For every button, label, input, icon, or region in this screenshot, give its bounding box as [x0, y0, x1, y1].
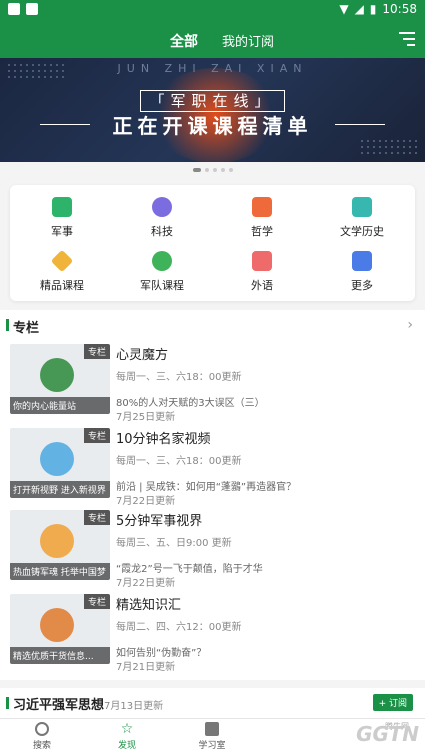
item-title: 心灵魔方 [116, 348, 169, 363]
item-schedule: 每周一、三、六18：00更新 [116, 372, 242, 383]
category-philosophy[interactable]: 哲学 [212, 197, 312, 239]
category-more[interactable]: 更多 [312, 251, 412, 293]
item-latest: 前沿 | 吴成铁：如何用“蓬鶸”再造器官？ [116, 482, 297, 493]
section-title: 专栏 [13, 321, 40, 336]
list-item[interactable]: 专栏 精选优质干货信息... 精选知识汇 每周二、四、六12：00更新 如何告别… [10, 594, 415, 674]
app-icon [26, 3, 38, 15]
list-item[interactable]: 专栏 打开新视野 进入新视界 10分钟名家视频 每周一、三、六18：00更新 前… [10, 428, 415, 508]
item-date: 7月22日更新 [116, 496, 176, 507]
item-date: 7月25日更新 [116, 412, 176, 423]
search-icon [35, 722, 49, 736]
top-bar: 全部 我的订阅 [0, 20, 425, 58]
book-icon [252, 197, 272, 217]
planet-icon [152, 197, 172, 217]
nav-search[interactable]: 搜索 [17, 722, 67, 751]
notification-icon [8, 3, 20, 15]
item-date: 7月21日更新 [116, 662, 176, 673]
item-thumbnail: 专栏 你的内心能量站 [10, 344, 110, 414]
letter-a-icon [252, 251, 272, 271]
tab-all[interactable]: 全部 [170, 31, 198, 51]
folder-icon [352, 251, 372, 271]
tab-my-subscriptions[interactable]: 我的订阅 [222, 31, 274, 50]
star-icon: ☆ [120, 721, 134, 737]
status-time: 10:58 [382, 2, 417, 16]
watermark-logo: GGTN [356, 722, 419, 746]
banner-pager [0, 168, 425, 178]
item-schedule: 每周三、五、日9:00 更新 [116, 538, 232, 549]
nav-discover[interactable]: ☆ 发现 [102, 722, 152, 751]
item-thumbnail: 专栏 精选优质干货信息... [10, 594, 110, 664]
category-foreign-language[interactable]: 外语 [212, 251, 312, 293]
battery-icon: ▮ [369, 2, 377, 16]
star-icon [152, 251, 172, 271]
xi-thought-section[interactable]: 习近平强军思想 7月13日更新 + 订阅 [0, 688, 425, 718]
category-army-courses[interactable]: 军队课程 [112, 251, 212, 293]
item-title: 5分钟军事视界 [116, 514, 203, 529]
section2-title: 习近平强军思想 [13, 698, 105, 713]
book-icon [205, 722, 219, 736]
item-schedule: 每周二、四、六12：00更新 [116, 622, 242, 633]
category-military[interactable]: 军事 [12, 197, 112, 239]
banner-title: 正在开课课程清单 [112, 114, 313, 138]
status-bar: ▼ ◢ ▮ 10:58 [0, 0, 425, 20]
item-thumbnail: 专栏 打开新视野 进入新视界 [10, 428, 110, 498]
promo-banner[interactable]: JUN ZHI ZAI XIAN 「军职在线」 正在开课课程清单 [0, 58, 425, 162]
category-literature-history[interactable]: 文学历史 [312, 197, 412, 239]
category-grid: 军事 科技 哲学 文学历史 精品课程 军队课程 外语 更多 [10, 185, 415, 301]
bookmark-icon [52, 197, 72, 217]
item-thumbnail: 专栏 热血铸军魂 托举中国梦 [10, 510, 110, 580]
category-tech[interactable]: 科技 [112, 197, 212, 239]
item-title: 精选知识汇 [116, 598, 182, 613]
item-schedule: 每周一、三、六18：00更新 [116, 456, 242, 467]
diamond-icon [50, 249, 74, 273]
list-item[interactable]: 专栏 你的内心能量站 心灵魔方 每周一、三、六18：00更新 80%的人对天赋的… [10, 344, 415, 424]
item-latest: “霞龙2”号一飞于颠值，陷于才华 [116, 564, 263, 575]
item-latest: 如何告别“伪勤奋”？ [116, 648, 207, 659]
banner-subtitle: JUN ZHI ZAI XIAN [117, 62, 308, 75]
item-date: 7月22日更新 [116, 578, 176, 589]
signal-icon: ◢ [354, 2, 364, 16]
banner-title-box: 「军职在线」 [140, 90, 285, 112]
category-premium-courses[interactable]: 精品课程 [12, 249, 112, 293]
section2-date: 7月13日更新 [104, 701, 164, 712]
nav-study-room[interactable]: 学习室 [187, 722, 237, 751]
chevron-right-icon[interactable]: › [407, 317, 413, 333]
item-latest: 80%的人对天赋的3大误区（三） [116, 398, 265, 409]
list-item[interactable]: 专栏 热血铸军魂 托举中国梦 5分钟军事视界 每周三、五、日9:00 更新 “霞… [10, 510, 415, 590]
column-section: 专栏 › 专栏 你的内心能量站 心灵魔方 每周一、三、六18：00更新 80%的… [0, 310, 425, 680]
wifi-icon: ▼ [339, 2, 349, 16]
item-title: 10分钟名家视频 [116, 432, 211, 447]
menu-icon[interactable] [399, 32, 415, 46]
subscribe-button[interactable]: + 订阅 [372, 694, 413, 711]
column-section-header[interactable]: 专栏 › [0, 310, 425, 340]
notebook-icon [352, 197, 372, 217]
